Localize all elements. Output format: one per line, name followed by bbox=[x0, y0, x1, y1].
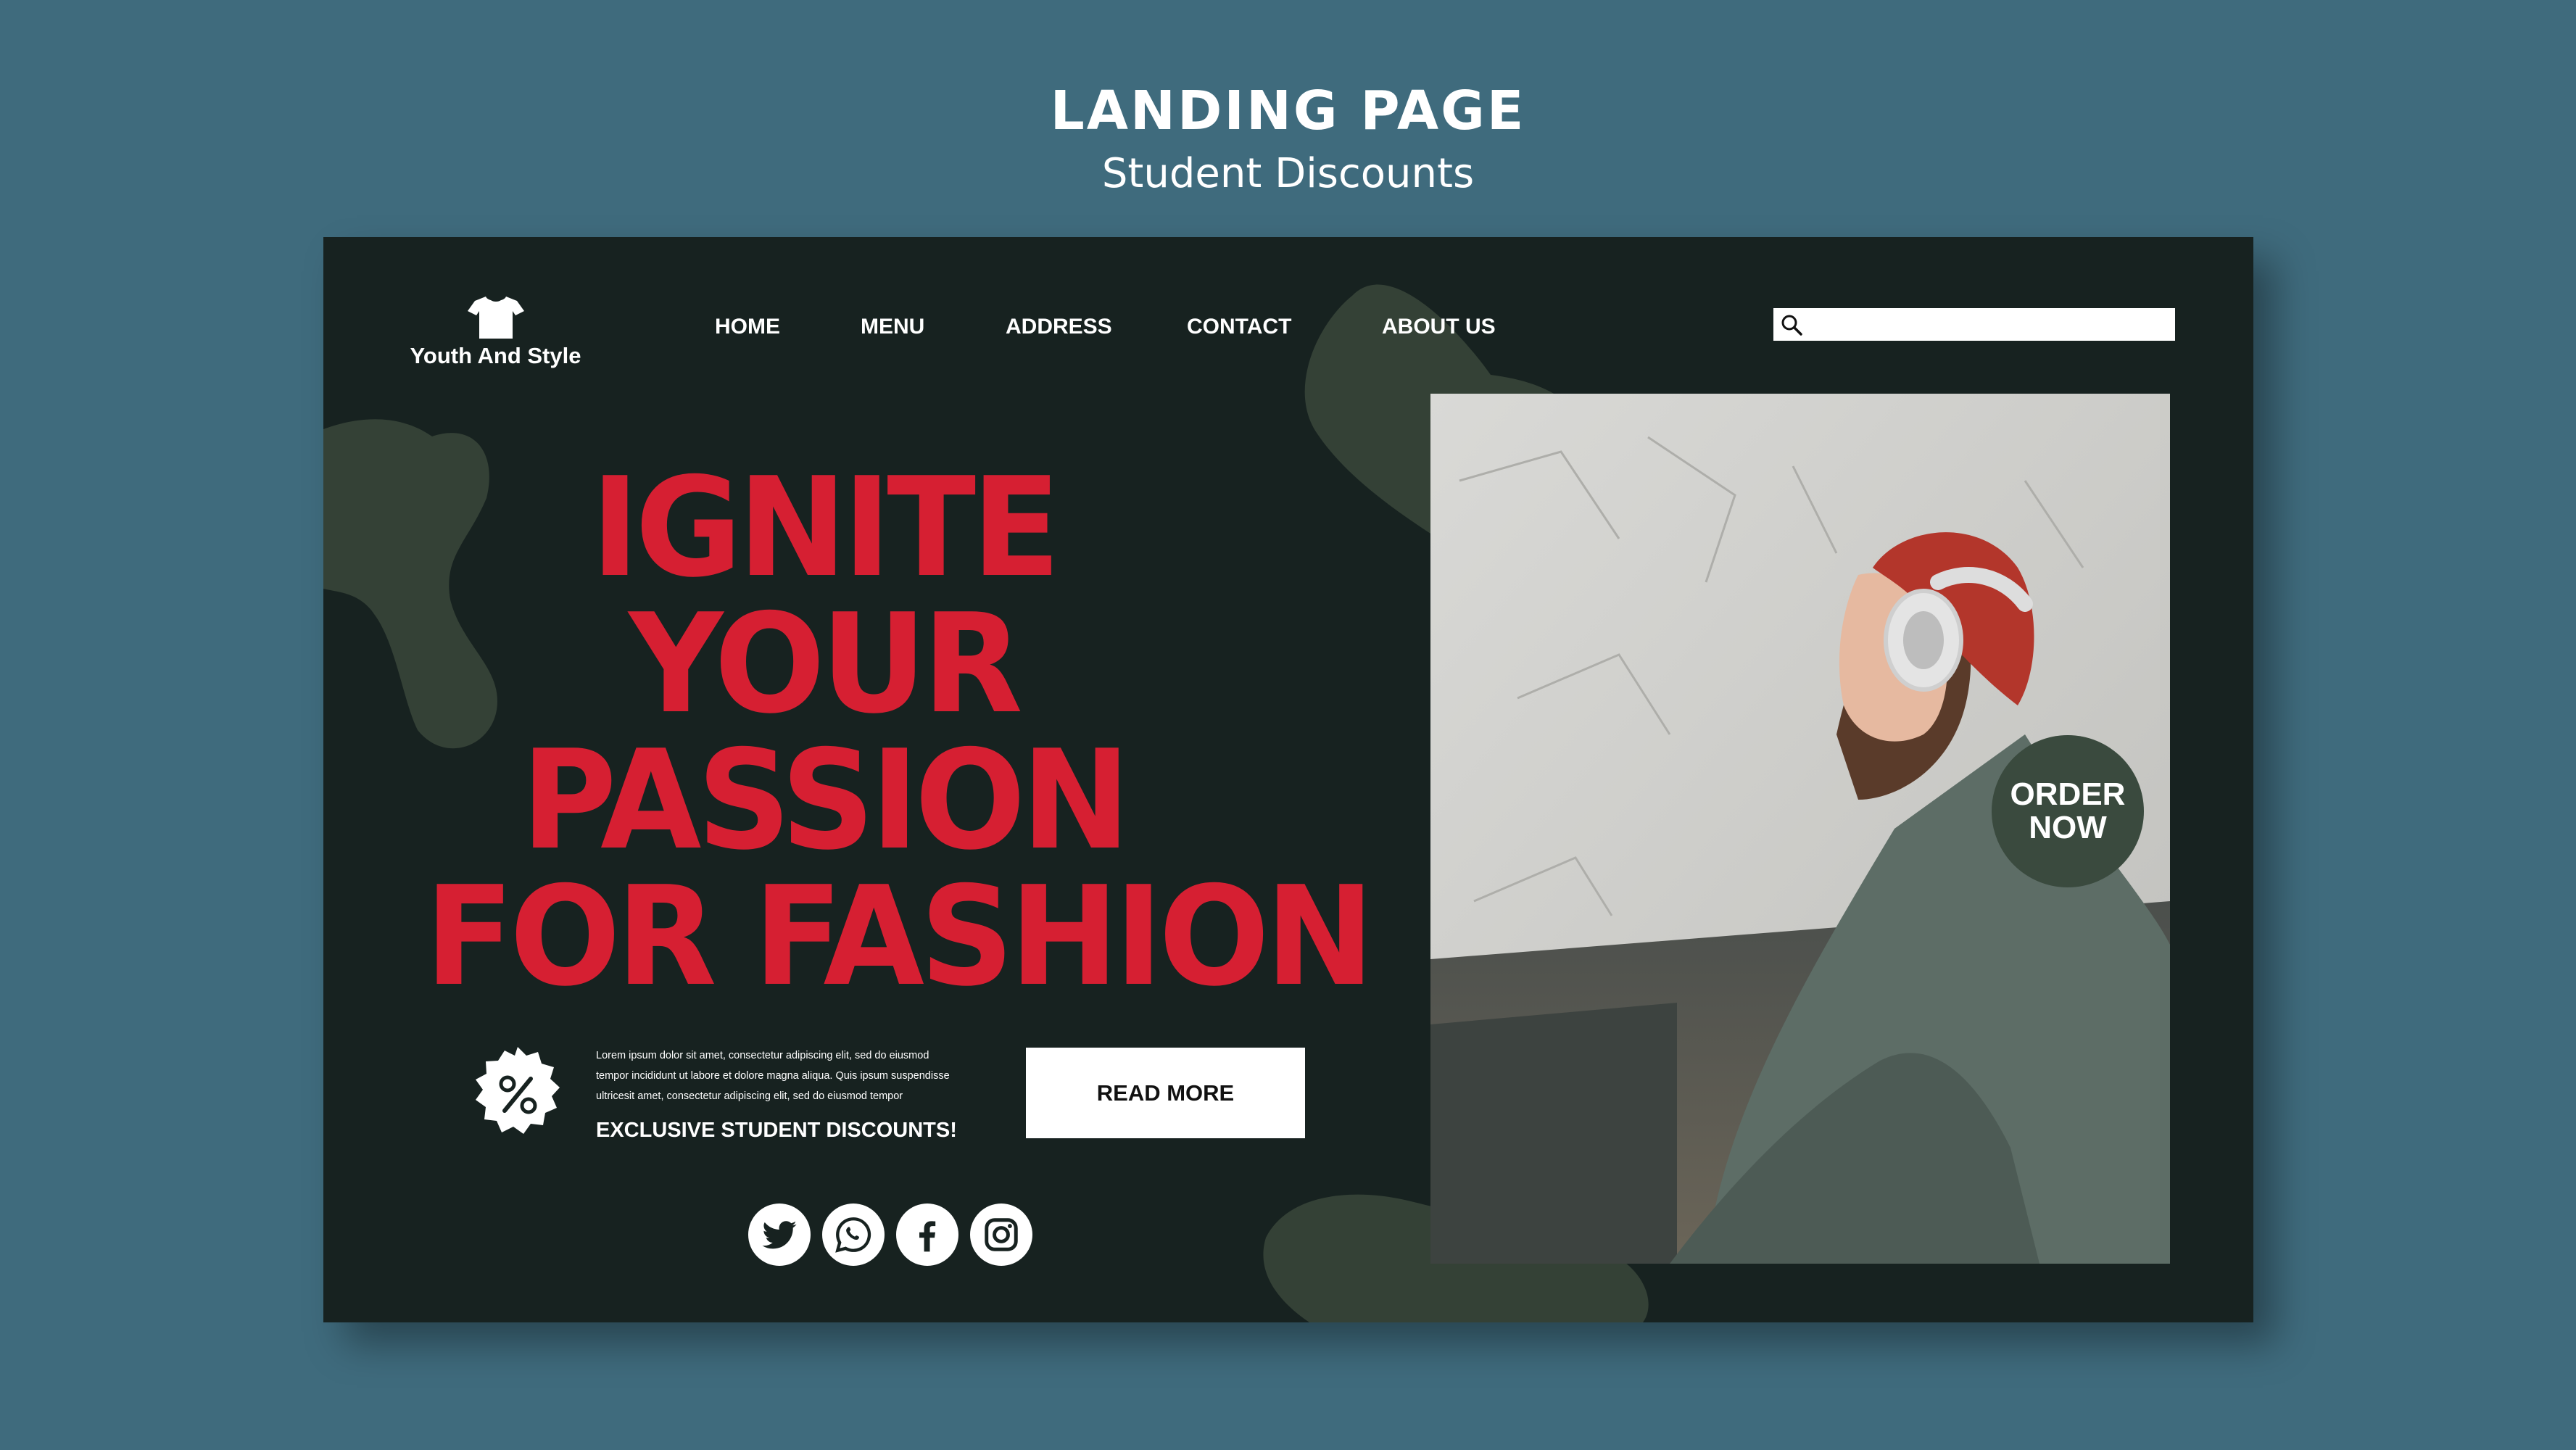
hero-headline: IGNITE YOUR PASSION FOR FASHION bbox=[425, 448, 1375, 1017]
landing-mockup: Youth And Style HOME MENU ADDRESS CONTAC… bbox=[323, 237, 2253, 1322]
page-subtitle: Student Discounts bbox=[1101, 150, 1475, 197]
promo-description: Lorem ipsum dolor sit amet, consectetur … bbox=[596, 1045, 1002, 1106]
promo-description-line: ultricesit amet, consectetur adipiscing … bbox=[596, 1090, 903, 1102]
brand-name: Youth And Style bbox=[410, 343, 581, 368]
promo-title: EXCLUSIVE STUDENT DISCOUNTS! bbox=[596, 1119, 957, 1142]
headline-line-3: PASSION bbox=[521, 721, 1131, 881]
facebook-icon[interactable] bbox=[896, 1204, 958, 1266]
nav-item-home[interactable]: HOME bbox=[715, 315, 780, 339]
twitter-icon[interactable] bbox=[748, 1204, 811, 1266]
order-now-line-1: ORDER bbox=[2010, 776, 2126, 812]
headline-line-4: FOR FASHION bbox=[425, 857, 1375, 1017]
brand-logo[interactable]: Youth And Style bbox=[392, 295, 599, 369]
page-title: LANDING PAGE bbox=[1050, 80, 1526, 142]
page-header: LANDING PAGE Student Discounts bbox=[0, 78, 2576, 203]
promo-description-line: tempor incididunt ut labore et dolore ma… bbox=[596, 1070, 950, 1082]
headline-line-2: YOUR bbox=[629, 584, 1023, 745]
search-input[interactable] bbox=[1810, 309, 2175, 340]
nav-item-about-us[interactable]: ABOUT US bbox=[1382, 315, 1496, 339]
whatsapp-icon[interactable] bbox=[822, 1204, 885, 1266]
order-now-button[interactable]: ORDER NOW bbox=[1992, 735, 2144, 887]
search-icon[interactable] bbox=[1773, 308, 1810, 341]
promo-description-line: Lorem ipsum dolor sit amet, consectetur … bbox=[596, 1050, 929, 1061]
nav-item-contact[interactable]: CONTACT bbox=[1187, 315, 1291, 339]
instagram-icon[interactable] bbox=[970, 1204, 1032, 1266]
search-bar bbox=[1773, 308, 2175, 341]
nav-item-menu[interactable]: MENU bbox=[861, 315, 924, 339]
tshirt-icon bbox=[467, 297, 524, 339]
nav-item-address[interactable]: ADDRESS bbox=[1006, 315, 1112, 339]
headline-line-1: IGNITE bbox=[590, 448, 1061, 608]
order-now-line-2: NOW bbox=[2029, 810, 2107, 845]
percent-badge-icon bbox=[476, 1047, 560, 1134]
read-more-button[interactable]: READ MORE bbox=[1026, 1048, 1305, 1138]
social-links bbox=[748, 1204, 1032, 1266]
